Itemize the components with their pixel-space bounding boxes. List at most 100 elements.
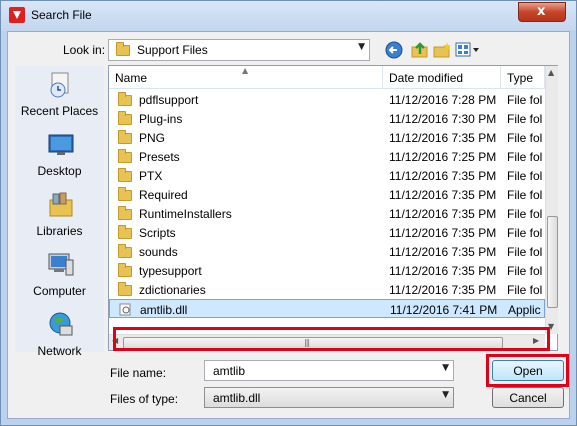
column-header-type[interactable]: Type: [501, 66, 545, 89]
column-header-name[interactable]: ▲ Name: [109, 66, 383, 89]
file-type: File fol: [507, 131, 543, 145]
place-label: Network: [37, 344, 82, 358]
file-date: 11/12/2016 7:35 PM: [389, 226, 497, 240]
vertical-scroll-thumb[interactable]: [547, 216, 558, 308]
column-date-label: Date modified: [389, 71, 464, 85]
list-item[interactable]: zdictionaries 11/12/2016 7:35 PM File fo…: [109, 280, 545, 299]
list-item[interactable]: PNG 11/12/2016 7:35 PM File fol: [109, 128, 545, 147]
file-date: 11/12/2016 7:28 PM: [389, 93, 497, 107]
file-type: File fol: [507, 150, 543, 164]
recent-places-icon: [50, 72, 69, 98]
file-type: File fol: [507, 245, 543, 259]
place-computer[interactable]: Computer: [15, 246, 104, 306]
file-type: File fol: [507, 112, 543, 126]
list-item[interactable]: Required 11/12/2016 7:35 PM File fol: [109, 185, 545, 204]
file-name: pdflsupport: [139, 93, 199, 107]
scroll-up-icon[interactable]: ▲: [548, 68, 554, 77]
place-label: Computer: [33, 284, 86, 298]
list-item-selected[interactable]: amtlib.dll 11/12/2016 7:41 PM Applic: [109, 299, 545, 318]
close-icon: x: [537, 4, 546, 19]
file-date: 11/12/2016 7:35 PM: [389, 188, 497, 202]
file-date: 11/12/2016 7:35 PM: [389, 264, 497, 278]
chevron-down-icon[interactable]: ▼: [358, 42, 365, 52]
folder-icon: [118, 111, 132, 125]
file-list: ▲ Name Date modified Type pdflsupport 11…: [108, 65, 558, 351]
folder-icon: [118, 263, 132, 277]
file-name: RuntimeInstallers: [139, 207, 232, 221]
view-menu-icon[interactable]: [454, 40, 482, 60]
highlight-box: [113, 327, 550, 351]
file-name: PNG: [139, 131, 166, 145]
place-libraries[interactable]: Libraries: [15, 186, 104, 246]
file-name-input[interactable]: amtlib ▼: [204, 360, 454, 381]
dialog-body: Look in: Support Files ▼ Recent Places D…: [7, 31, 570, 419]
cancel-button[interactable]: Cancel: [492, 387, 564, 408]
chevron-down-icon[interactable]: ▼: [442, 363, 449, 373]
close-button[interactable]: x: [518, 2, 566, 22]
dll-file-icon: [119, 303, 131, 316]
app-icon: [9, 7, 25, 23]
sort-ascending-icon: ▲: [242, 66, 249, 75]
title-bar: Search File x: [1, 1, 576, 31]
file-date: 11/12/2016 7:25 PM: [389, 150, 497, 164]
file-name-label: File name:: [110, 366, 167, 380]
place-recent-places[interactable]: Recent Places: [15, 66, 104, 126]
network-icon: [49, 312, 73, 336]
look-in-value: Support Files: [137, 43, 208, 57]
list-item[interactable]: RuntimeInstallers 11/12/2016 7:35 PM Fil…: [109, 204, 545, 223]
folder-icon: [118, 282, 132, 296]
place-label: Recent Places: [20, 104, 99, 118]
place-desktop[interactable]: Desktop: [15, 126, 104, 186]
list-item[interactable]: pdflsupport 11/12/2016 7:28 PM File fol: [109, 90, 545, 109]
list-item[interactable]: Presets 11/12/2016 7:25 PM File fol: [109, 147, 545, 166]
chevron-down-icon[interactable]: ▼: [442, 390, 449, 400]
list-item[interactable]: Scripts 11/12/2016 7:35 PM File fol: [109, 223, 545, 242]
file-name: zdictionaries: [139, 283, 206, 297]
list-item[interactable]: PTX 11/12/2016 7:35 PM File fol: [109, 166, 545, 185]
folder-icon: [118, 92, 132, 106]
column-type-label: Type: [507, 71, 534, 85]
file-date: 11/12/2016 7:35 PM: [389, 169, 497, 183]
folder-icon: [118, 149, 132, 163]
place-label: Desktop: [37, 164, 82, 178]
file-date: 11/12/2016 7:41 PM: [390, 303, 498, 317]
folder-icon: [116, 42, 130, 56]
file-type: File fol: [507, 226, 543, 240]
vertical-scrollbar[interactable]: ▲ ▼: [545, 66, 558, 334]
look-in-combobox[interactable]: Support Files ▼: [108, 39, 370, 61]
back-icon[interactable]: [384, 40, 404, 60]
file-name: typesupport: [139, 264, 202, 278]
list-item[interactable]: typesupport 11/12/2016 7:35 PM File fol: [109, 261, 545, 280]
place-label: Libraries: [36, 224, 83, 238]
file-type-select[interactable]: amtlib.dll ▼: [204, 387, 454, 408]
list-item[interactable]: sounds 11/12/2016 7:35 PM File fol: [109, 242, 545, 261]
column-name-label: Name: [115, 71, 148, 85]
file-date: 11/12/2016 7:35 PM: [389, 245, 497, 259]
file-date: 11/12/2016 7:30 PM: [389, 112, 497, 126]
folder-icon: [118, 187, 132, 201]
file-type: File fol: [507, 188, 543, 202]
up-folder-icon[interactable]: [410, 40, 430, 60]
folder-icon: [118, 168, 132, 182]
file-type: File fol: [507, 264, 543, 278]
file-name: Presets: [139, 150, 180, 164]
file-date: 11/12/2016 7:35 PM: [389, 283, 497, 297]
desktop-icon: [48, 134, 74, 155]
places-bar: Recent Places Desktop Libraries Computer…: [15, 66, 104, 358]
folder-icon: [118, 206, 132, 220]
look-in-label: Look in:: [63, 43, 106, 57]
window-title: Search File: [31, 8, 92, 22]
file-name: Scripts: [139, 226, 176, 240]
file-type-label: Files of type:: [110, 392, 179, 406]
new-folder-icon[interactable]: [432, 40, 452, 60]
column-header-date[interactable]: Date modified: [383, 66, 501, 89]
file-name: Plug-ins: [139, 112, 183, 126]
list-item[interactable]: Plug-ins 11/12/2016 7:30 PM File fol: [109, 109, 545, 128]
file-name: sounds: [139, 245, 178, 259]
file-name-value: amtlib: [213, 364, 246, 378]
place-network[interactable]: Network: [15, 306, 104, 366]
computer-icon: [48, 253, 74, 276]
column-headers: ▲ Name Date modified Type: [109, 66, 545, 89]
file-type: File fol: [507, 207, 543, 221]
file-type: Applic: [508, 303, 541, 317]
